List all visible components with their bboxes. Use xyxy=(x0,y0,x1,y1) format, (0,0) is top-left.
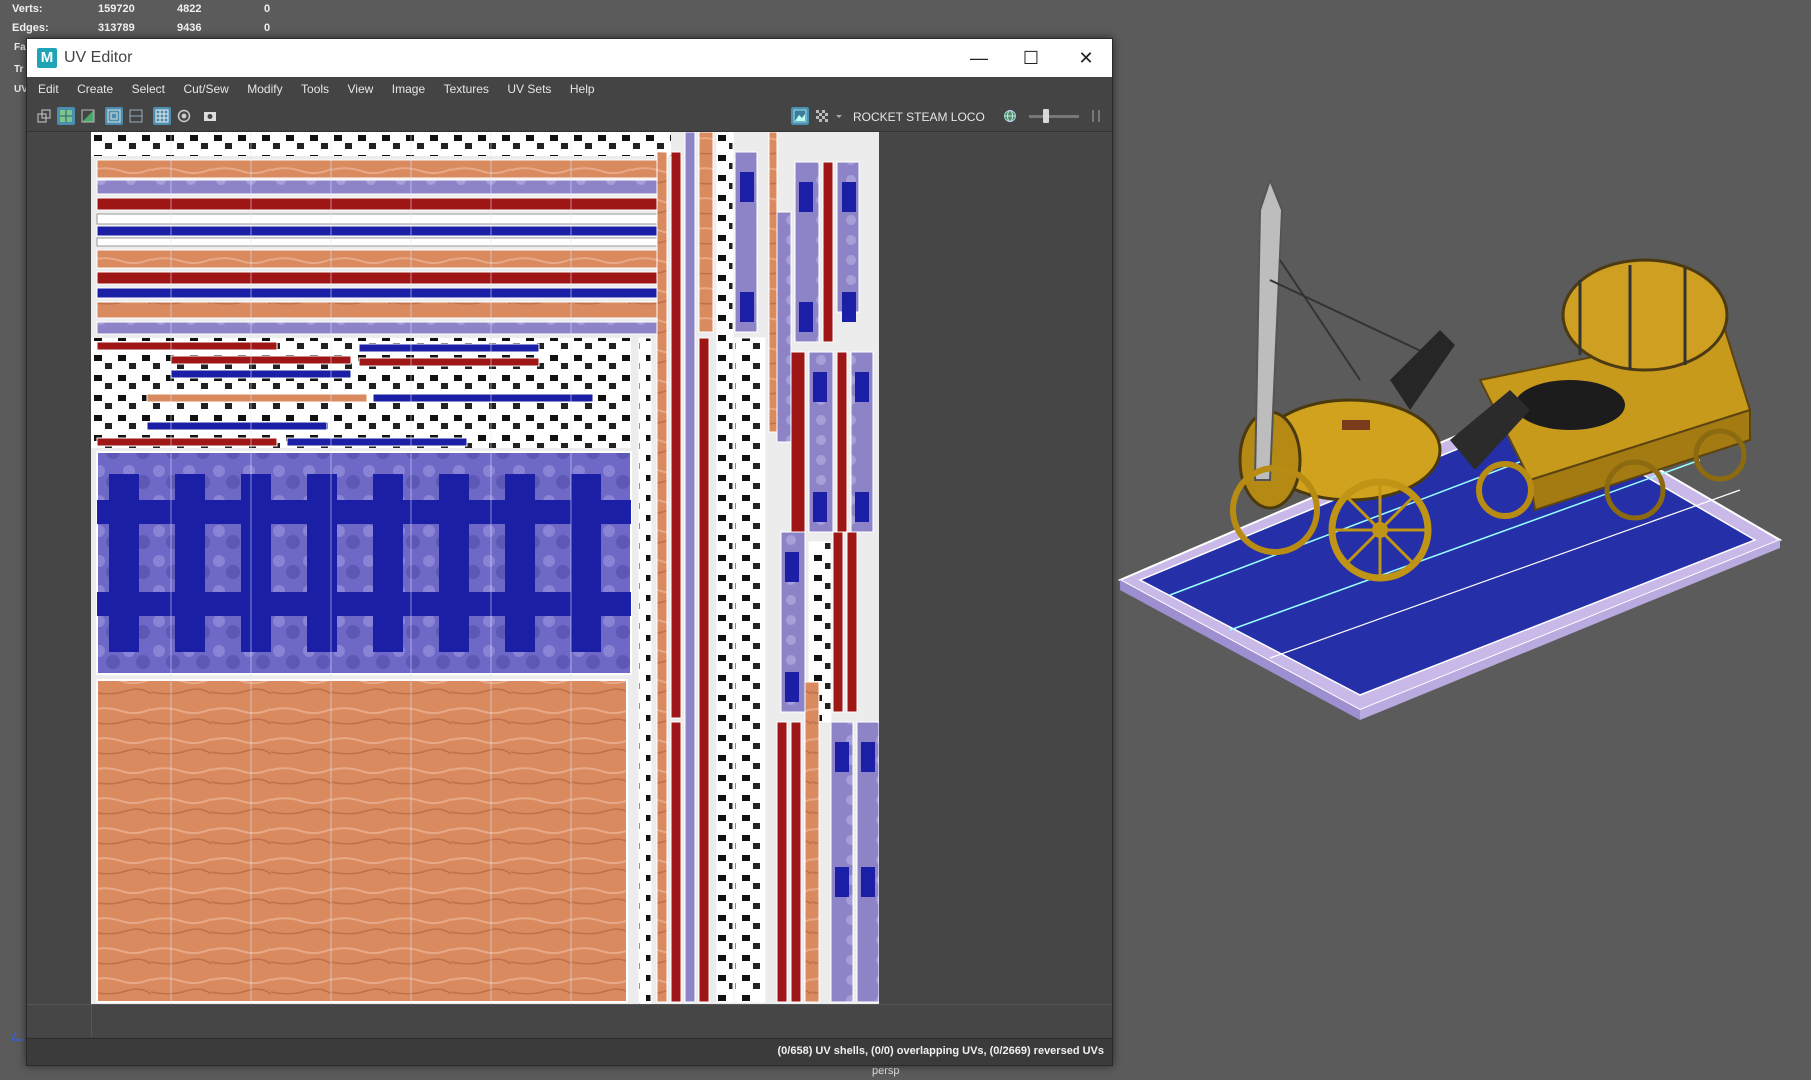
uv-viewport[interactable] xyxy=(27,132,1112,1037)
close-button[interactable]: ✕ xyxy=(1060,39,1112,77)
menu-image[interactable]: Image xyxy=(385,77,432,101)
image-display-icon[interactable] xyxy=(791,107,809,125)
chevron-down-icon[interactable] xyxy=(833,107,843,125)
uv-toolbar: ROCKET STEAM LOCO xyxy=(27,101,1112,132)
menu-edit[interactable]: Edit xyxy=(31,77,66,101)
menu-help[interactable]: Help xyxy=(563,77,602,101)
isolate-icon[interactable] xyxy=(175,107,193,125)
maya-logo-icon: M xyxy=(37,48,57,68)
window-title: UV Editor xyxy=(64,49,133,66)
menu-cut-sew[interactable]: Cut/Sew xyxy=(176,77,235,101)
uv-shells xyxy=(91,132,979,1004)
maximize-button[interactable]: ☐ xyxy=(1005,39,1057,77)
hud-faces-label: Fa xyxy=(14,42,26,53)
snapshot-icon[interactable] xyxy=(201,107,219,125)
menu-create[interactable]: Create xyxy=(70,77,120,101)
texture-borders-icon[interactable] xyxy=(79,107,97,125)
uv-editor-window[interactable]: M UV Editor — ☐ ✕ Edit Create Select Cut… xyxy=(26,38,1113,1066)
hud-tris-label: Tr xyxy=(14,64,24,75)
checkerboard-grid-icon[interactable] xyxy=(153,107,171,125)
checker-tile-icon[interactable] xyxy=(813,107,831,125)
globe-icon[interactable] xyxy=(1001,107,1019,125)
menu-bar: Edit Create Select Cut/Sew Modify Tools … xyxy=(27,77,1112,101)
uv-grid-icon[interactable] xyxy=(105,107,123,125)
window-titlebar[interactable]: M UV Editor — ☐ ✕ xyxy=(27,39,1112,77)
menu-textures[interactable]: Textures xyxy=(437,77,496,101)
locomotive-model[interactable] xyxy=(1110,180,1790,740)
menu-view[interactable]: View xyxy=(341,77,381,101)
uv-texture-tile[interactable] xyxy=(91,132,979,1004)
menu-select[interactable]: Select xyxy=(125,77,172,101)
gamma-icon[interactable] xyxy=(1087,107,1105,125)
menu-modify[interactable]: Modify xyxy=(240,77,289,101)
uv-grid-axis-h xyxy=(27,1004,1112,1005)
menu-tools[interactable]: Tools xyxy=(294,77,336,101)
uv-frame-icon[interactable] xyxy=(127,107,145,125)
viewport-camera-label: persp xyxy=(872,1065,900,1077)
shaded-uv-icon[interactable] xyxy=(57,107,75,125)
menu-uv-sets[interactable]: UV Sets xyxy=(500,77,558,101)
uv-status-message: (0/658) UV shells, (0/0) overlapping UVs… xyxy=(777,1045,1104,1057)
exposure-slider-handle[interactable] xyxy=(1043,109,1049,123)
status-bar: (0/658) UV shells, (0/0) overlapping UVs… xyxy=(27,1038,1112,1065)
exposure-slider[interactable] xyxy=(1029,115,1079,118)
uv-set-name[interactable]: ROCKET STEAM LOCO xyxy=(853,109,985,125)
minimize-button[interactable]: — xyxy=(953,39,1005,77)
uv-layout-icon[interactable] xyxy=(35,107,53,125)
